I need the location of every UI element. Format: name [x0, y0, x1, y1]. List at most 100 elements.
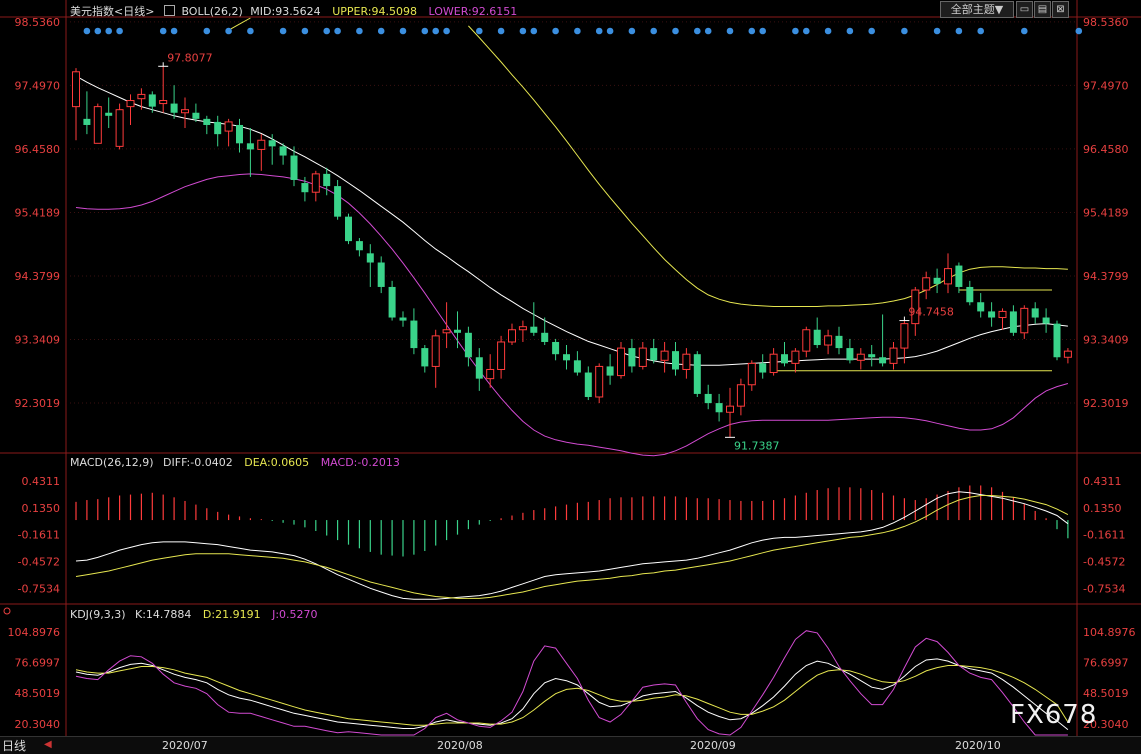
- kdj-k-line: [75, 658, 1069, 730]
- candle-body: [824, 335, 833, 346]
- candle-body: [224, 121, 233, 132]
- price-annotation-high: 97.8077: [167, 51, 213, 64]
- candle-body: [802, 329, 811, 352]
- theme-selector-button[interactable]: 全部主题▼: [940, 1, 1014, 18]
- restore-button[interactable]: ▤: [1034, 1, 1051, 18]
- candle-body: [922, 277, 931, 291]
- candle-body: [203, 118, 211, 125]
- candle-body: [988, 311, 996, 318]
- signal-dot: [1021, 27, 1028, 35]
- signal-dot: [105, 27, 112, 35]
- boll-mid-label: MID:93.5624: [250, 5, 321, 18]
- macd-title: MACD(26,12,9): [70, 456, 154, 469]
- macd-value-label: MACD:-0.2013: [320, 456, 400, 469]
- signal-dot: [803, 27, 810, 35]
- signal-dot: [933, 27, 941, 35]
- candle-body: [214, 121, 222, 135]
- candle-body: [508, 329, 516, 343]
- candle-body: [660, 350, 669, 361]
- candle-body: [759, 363, 767, 373]
- candle-body: [159, 100, 168, 105]
- signal-dot: [726, 27, 734, 35]
- price-y-tick-left: 95.4189: [15, 206, 61, 219]
- candle-body: [966, 286, 974, 303]
- candle-body: [399, 317, 407, 321]
- kdj-j-label: J:0.5270: [272, 608, 318, 621]
- macd-y-tick-left: 0.4311: [22, 475, 61, 488]
- signal-dot: [955, 27, 963, 35]
- candle-body: [638, 347, 647, 367]
- candle-body: [726, 405, 734, 413]
- candle-body: [257, 139, 266, 150]
- signal-dot: [443, 27, 450, 35]
- signal-dot: [83, 27, 91, 35]
- candle-body: [606, 366, 614, 376]
- kdj-y-tick-right: 76.6997: [1083, 657, 1129, 670]
- candle-body: [366, 253, 374, 263]
- signal-dot: [574, 27, 581, 35]
- candle-body: [192, 112, 200, 119]
- candle-body: [835, 335, 843, 349]
- kdj-y-tick-left: 104.8976: [8, 626, 61, 639]
- signal-dot: [432, 27, 440, 35]
- candle-body: [236, 124, 243, 144]
- price-y-tick-left: 94.3799: [15, 270, 61, 283]
- price-y-tick-left: 93.3409: [15, 333, 61, 346]
- signal-dot: [530, 27, 538, 35]
- candle-body: [93, 106, 102, 144]
- candle-body: [595, 365, 604, 398]
- minimize-button[interactable]: ▭: [1016, 1, 1033, 18]
- kdj-y-tick-left: 48.5019: [15, 687, 61, 700]
- candle-body: [377, 262, 385, 287]
- candle-body: [137, 93, 146, 100]
- candle-body: [301, 183, 309, 193]
- candle-body: [464, 332, 472, 358]
- signal-dot: [1075, 27, 1083, 35]
- indicator-icon: [163, 5, 175, 16]
- macd-header: MACD(26,12,9) DIFF:-0.0402 DEA:0.0605 MA…: [70, 456, 400, 469]
- signal-dot: [977, 27, 984, 35]
- candle-body: [879, 357, 887, 364]
- signal-dot: [792, 27, 799, 35]
- signal-dot: [868, 27, 875, 35]
- candle-body: [977, 302, 985, 312]
- candle-body: [617, 347, 625, 377]
- candle-body: [769, 353, 778, 374]
- period-tab-daily[interactable]: 日线: [2, 737, 26, 754]
- price-y-tick-left: 97.4970: [15, 79, 61, 92]
- signal-dot: [497, 27, 505, 35]
- candle-body: [781, 354, 788, 364]
- candle-body: [933, 277, 941, 284]
- candle-body: [998, 310, 1007, 319]
- price-y-tick-right: 97.4970: [1083, 79, 1129, 92]
- chart-title: 美元指数<日线>: [70, 5, 155, 18]
- scroll-left-icon[interactable]: ◀: [44, 739, 52, 750]
- signal-dot: [279, 27, 287, 35]
- candle-body: [747, 362, 756, 386]
- candle-body: [246, 143, 254, 150]
- candle-body: [268, 140, 276, 147]
- candle-body: [410, 320, 418, 349]
- kdj-y-tick-right: 104.8976: [1083, 626, 1136, 639]
- signal-dot: [748, 27, 756, 35]
- candle-body: [170, 103, 178, 113]
- macd-diff-line: [75, 491, 1069, 600]
- chart-canvas[interactable]: 98.5360 98.5360 97.4970 97.4970 96.4580 96.45…: [0, 0, 1141, 753]
- close-button[interactable]: ⊠: [1052, 1, 1069, 18]
- signal-dot: [759, 27, 766, 35]
- price-y-tick-left: 92.3019: [15, 397, 61, 410]
- candle-body: [650, 348, 658, 361]
- candle-body: [334, 186, 342, 217]
- macd-y-tick-left: -0.1611: [18, 529, 60, 542]
- x-tick-label: 2020/07: [162, 739, 208, 752]
- candle-body: [442, 329, 451, 334]
- signal-dot: [694, 27, 701, 35]
- price-annotation-high: 94.7458: [908, 306, 954, 319]
- signal-dot: [247, 27, 254, 35]
- candle-body: [889, 347, 898, 364]
- kdj-y-tick-left: 20.3040: [15, 718, 61, 731]
- candle-body: [126, 100, 135, 108]
- candle-body: [672, 351, 679, 370]
- x-tick-label: 2020/09: [690, 739, 736, 752]
- kdj-header: KDJ(9,3,3) K:14.7884 D:21.9191 J:0.5270: [70, 608, 318, 621]
